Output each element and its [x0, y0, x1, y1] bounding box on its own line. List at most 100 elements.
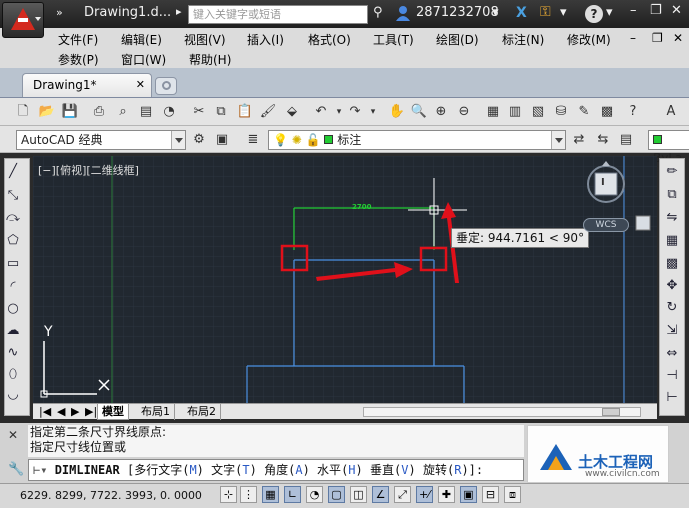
- menu-edit[interactable]: 编辑(E): [121, 31, 162, 48]
- menu-draw[interactable]: 绘图(D): [436, 31, 479, 48]
- pan-icon[interactable]: ✋: [388, 103, 406, 121]
- redo-dropdown-icon[interactable]: ▾: [364, 103, 382, 121]
- stay-connected-dropdown-icon[interactable]: ▾: [560, 5, 567, 20]
- viewcube-face-label[interactable]: Ⅰ: [601, 177, 605, 188]
- print-icon[interactable]: ⎙: [90, 103, 108, 121]
- option-angle[interactable]: 角度(A): [264, 463, 310, 477]
- viewport-controls-label[interactable]: [−][俯视][二维线框]: [38, 162, 139, 178]
- offset-icon[interactable]: ▦: [663, 232, 681, 250]
- menu-insert[interactable]: 插入(I): [247, 31, 284, 48]
- zoom-realtime-icon[interactable]: 🔍: [410, 103, 428, 121]
- design-center-icon[interactable]: ▥: [506, 103, 524, 121]
- scale-icon[interactable]: ⇲: [663, 322, 681, 340]
- search-input[interactable]: 键入关键字或短语: [188, 5, 368, 24]
- open-file-icon[interactable]: 📂: [38, 103, 56, 121]
- close-window-icon[interactable]: ✕: [671, 3, 682, 18]
- option-vertical[interactable]: 垂直(V): [370, 463, 416, 477]
- construction-line-icon[interactable]: ⤡: [4, 187, 22, 205]
- command-input[interactable]: ⊢▾ DIMLINEAR [多行文字(M) 文字(T) 角度(A) 水平(H) …: [28, 459, 524, 481]
- help-icon[interactable]: ?: [585, 5, 603, 23]
- option-text[interactable]: 文字(T): [211, 463, 257, 477]
- object-snap-tracking-icon[interactable]: ∠: [372, 486, 389, 503]
- drawing-canvas[interactable]: 2700 Ⅰ Y: [33, 156, 657, 404]
- circle-icon[interactable]: ○: [4, 300, 22, 318]
- tab-close-icon[interactable]: ✕: [136, 74, 145, 96]
- tab-layout1[interactable]: 布局1: [137, 404, 175, 420]
- new-file-icon[interactable]: 🗋: [14, 103, 32, 121]
- document-tab[interactable]: Drawing1* ✕: [22, 73, 152, 97]
- make-current-layer-icon[interactable]: ⇄: [570, 131, 588, 149]
- menu-dimension[interactable]: 标注(N): [502, 31, 544, 48]
- application-menu-button[interactable]: [2, 2, 44, 38]
- sheet-set-icon[interactable]: ⛁: [552, 103, 570, 121]
- wcs-menu-button[interactable]: WCS: [583, 218, 629, 232]
- ellipse-icon[interactable]: ⬯: [4, 366, 22, 384]
- polygon-icon[interactable]: ⬠: [4, 232, 22, 250]
- cut-icon[interactable]: ✂: [190, 103, 208, 121]
- erase-icon[interactable]: ✏: [663, 163, 681, 181]
- coordinates-readout[interactable]: 6229. 8299, 7722. 3993, 0. 0000: [20, 489, 202, 502]
- layer-previous-icon[interactable]: ⇆: [594, 131, 612, 149]
- mirror-icon[interactable]: ⇋: [663, 209, 681, 227]
- arc-icon[interactable]: ◜: [4, 278, 22, 296]
- rotate-icon[interactable]: ↻: [663, 299, 681, 317]
- sign-in-dropdown-icon[interactable]: ▾: [492, 5, 499, 20]
- array-icon[interactable]: ▩: [663, 255, 681, 273]
- option-horizontal[interactable]: 水平(H): [317, 463, 363, 477]
- save-icon[interactable]: 💾: [61, 103, 79, 121]
- infer-constraints-icon[interactable]: ⊹: [220, 486, 237, 503]
- spline-icon[interactable]: ∿: [4, 344, 22, 362]
- zoom-window-icon[interactable]: ⊕: [432, 103, 450, 121]
- option-rotated[interactable]: 旋转(R): [423, 463, 469, 477]
- minimize-window-icon[interactable]: –: [630, 3, 637, 18]
- workspace-settings-icon[interactable]: ⚙: [190, 131, 208, 149]
- tab-layout2[interactable]: 布局2: [183, 404, 221, 420]
- menu-file[interactable]: 文件(F): [58, 31, 98, 48]
- move-icon[interactable]: ✥: [663, 277, 681, 295]
- menu-view[interactable]: 视图(V): [184, 31, 226, 48]
- revision-cloud-icon[interactable]: ☁: [4, 322, 22, 340]
- quickcalc-icon[interactable]: ▩: [598, 103, 616, 121]
- menu-parametric[interactable]: 参数(P): [58, 51, 99, 68]
- binoculars-icon[interactable]: ⚲: [373, 5, 383, 20]
- trim-icon[interactable]: ⊣: [663, 367, 681, 385]
- menu-window[interactable]: 窗口(W): [121, 51, 166, 68]
- doc-minimize-icon[interactable]: –: [630, 31, 636, 45]
- doc-restore-icon[interactable]: ❐: [652, 31, 663, 45]
- restore-window-icon[interactable]: ❐: [650, 3, 662, 18]
- menu-tools[interactable]: 工具(T): [373, 31, 414, 48]
- workspace-select[interactable]: AutoCAD 经典: [16, 130, 186, 150]
- search-expand-icon[interactable]: ▸: [176, 5, 182, 18]
- doc-close-icon[interactable]: ✕: [673, 31, 683, 45]
- user-id[interactable]: 2871232708: [416, 5, 499, 20]
- copy-object-icon[interactable]: ⧉: [663, 186, 681, 204]
- text-style-icon[interactable]: A: [662, 103, 680, 121]
- redo-icon[interactable]: ↷: [346, 103, 364, 121]
- menu-help[interactable]: 帮助(H): [189, 51, 231, 68]
- layer-select[interactable]: 💡 ✺ 🔓 标注: [268, 130, 566, 150]
- menu-format[interactable]: 格式(O): [308, 31, 351, 48]
- polyline-icon[interactable]: ⤼: [4, 209, 22, 227]
- paste-icon[interactable]: 📋: [236, 103, 254, 121]
- grid-display-icon[interactable]: ▦: [262, 486, 279, 503]
- copy-icon[interactable]: ⧉: [212, 103, 230, 121]
- snap-mode-icon[interactable]: ⋮: [240, 486, 257, 503]
- polar-tracking-icon[interactable]: ◔: [306, 486, 323, 503]
- match-properties-icon[interactable]: 🖌: [259, 103, 277, 121]
- customize-icon[interactable]: 🔧: [8, 462, 24, 477]
- menu-modify[interactable]: 修改(M): [567, 31, 611, 48]
- tab-model[interactable]: 模型: [97, 404, 129, 420]
- lineweight-icon[interactable]: ✚: [438, 486, 455, 503]
- undo-icon[interactable]: ↶: [312, 103, 330, 121]
- horizontal-scrollbar[interactable]: [363, 407, 641, 417]
- transparency-icon[interactable]: ▣: [460, 486, 477, 503]
- stay-connected-icon[interactable]: ⚿: [540, 4, 551, 20]
- exchange-icon[interactable]: X: [516, 5, 527, 21]
- extend-icon[interactable]: ⊢: [663, 389, 681, 407]
- color-select[interactable]: ByLa: [648, 130, 689, 165]
- help-toolbar-icon[interactable]: ?: [624, 103, 642, 121]
- quick-access-overflow-icon[interactable]: »: [56, 6, 63, 19]
- user-icon[interactable]: [396, 5, 410, 21]
- plot-icon[interactable]: ▤: [137, 103, 155, 121]
- block-editor-icon[interactable]: ⬙: [283, 103, 301, 121]
